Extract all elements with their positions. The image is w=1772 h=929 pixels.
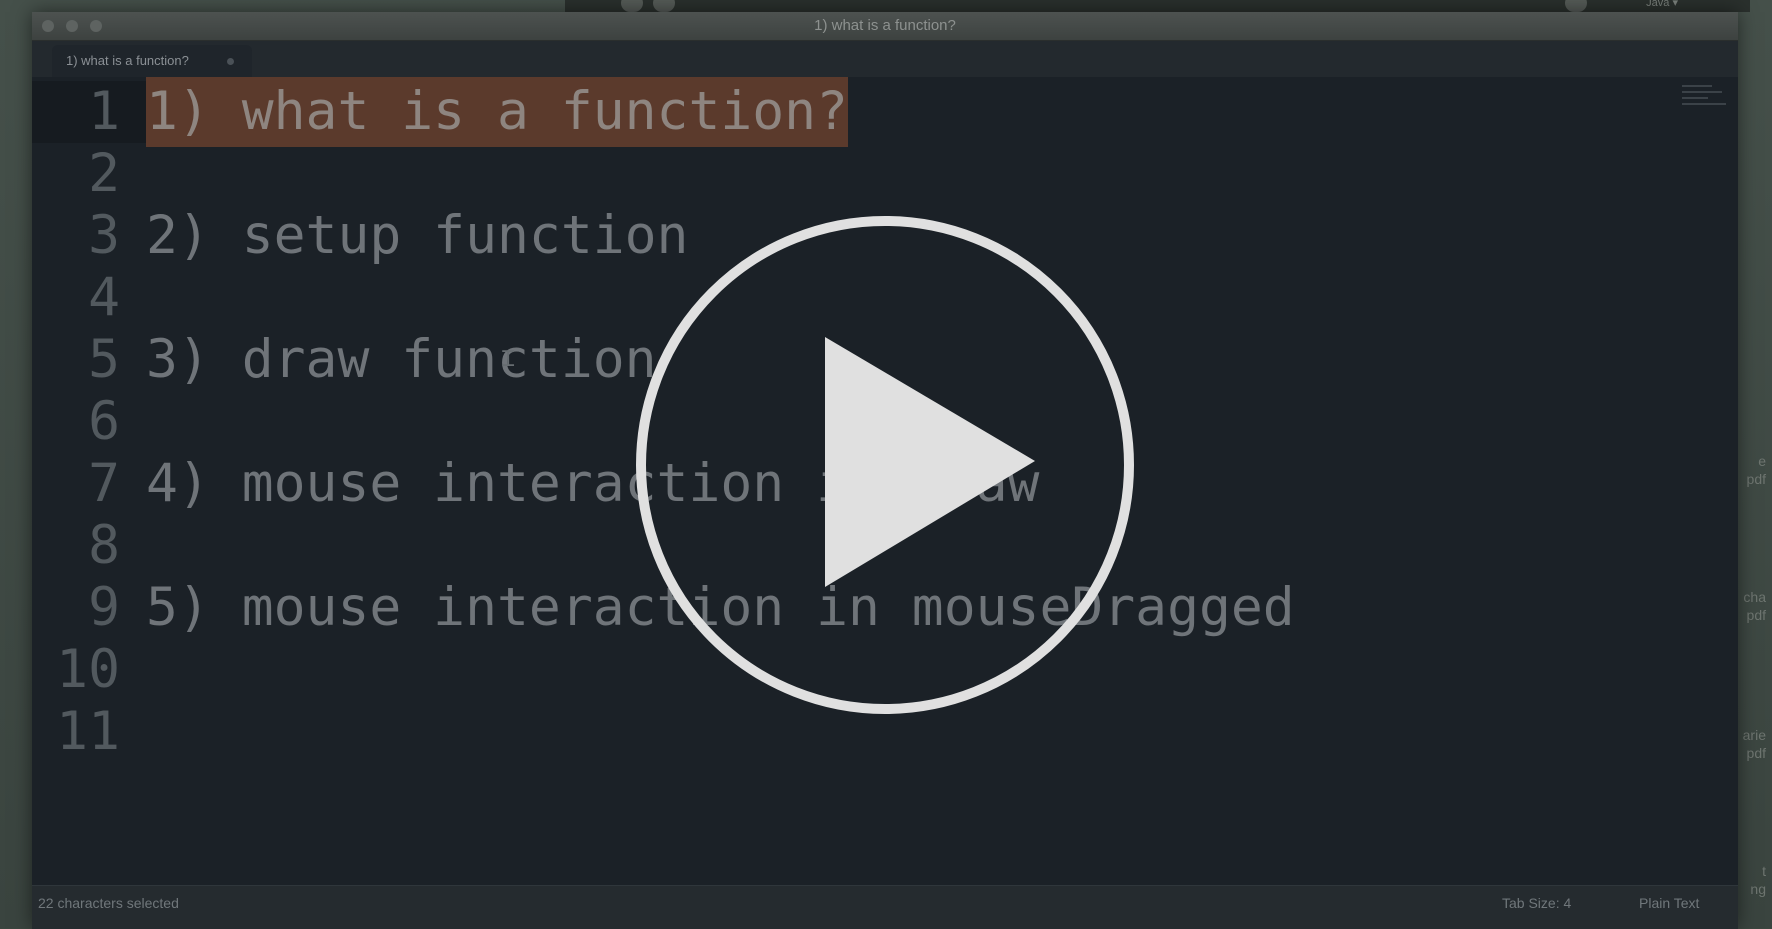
play-button[interactable]: [633, 213, 1137, 717]
play-icon: [636, 216, 1134, 714]
